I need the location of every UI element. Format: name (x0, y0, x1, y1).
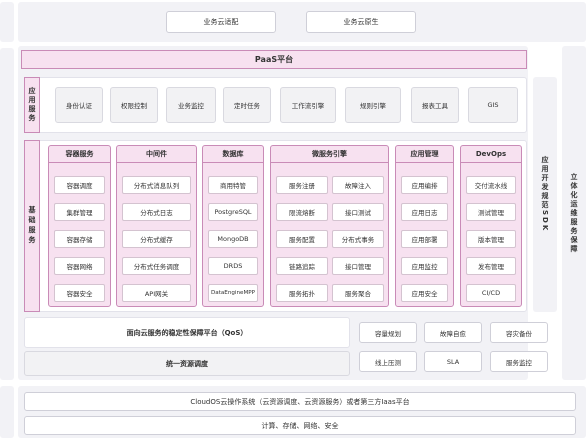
column-item[interactable]: 应用部署 (401, 230, 448, 248)
top-layer (18, 2, 586, 42)
column-item[interactable]: 测试管理 (466, 203, 516, 221)
column-item[interactable]: 应用安全 (401, 284, 448, 302)
base-service-column: 应用管理应用编排应用日志应用部署应用监控应用安全 (395, 145, 454, 307)
column-item[interactable]: 分布式任务调度 (122, 257, 191, 275)
qos-item[interactable]: SLA (424, 351, 482, 372)
column-item[interactable]: 容器存储 (54, 230, 105, 248)
unified-scheduler: 统一资源调度 (24, 351, 350, 376)
qos-item[interactable]: 服务监控 (490, 351, 548, 372)
column-item[interactable]: 分布式日志 (122, 203, 191, 221)
column-item[interactable]: API网关 (122, 284, 191, 302)
base-services-label: 基础服务 (24, 140, 40, 312)
column-item[interactable]: 链路追踪 (276, 257, 328, 275)
column-item[interactable]: 服务配置 (276, 230, 328, 248)
app-services-label: 应用服务 (24, 77, 40, 133)
column-item[interactable]: 服务注册 (276, 176, 328, 194)
app-service-item[interactable]: 权限控制 (110, 87, 158, 123)
column-item[interactable]: CI/CD (466, 284, 516, 302)
app-service-item[interactable]: 身份认证 (55, 87, 103, 123)
column-item[interactable]: 发布管理 (466, 257, 516, 275)
qos-item[interactable]: 线上压测 (359, 351, 417, 372)
column-item[interactable]: 服务聚合 (332, 284, 384, 302)
column-item[interactable]: 应用监控 (401, 257, 448, 275)
left-edge-middle (0, 48, 14, 380)
column-item[interactable]: MongoDB (208, 230, 258, 248)
left-edge-top (0, 2, 14, 42)
app-service-item[interactable]: 报表工具 (411, 87, 459, 123)
column-item[interactable]: DataEngineMPP (208, 284, 258, 302)
sdk-label: 应用开发规范SDK (541, 156, 549, 233)
column-item[interactable]: 交付流水线 (466, 176, 516, 194)
infra-bar: 计算、存储、网络、安全 (24, 416, 576, 435)
column-item[interactable]: 分布式事务 (332, 230, 384, 248)
left-edge-bottom (0, 386, 14, 438)
qos-item[interactable]: 故障自愈 (424, 322, 482, 343)
column-item[interactable]: 分布式缓存 (122, 230, 191, 248)
column-item[interactable]: 容器调度 (54, 176, 105, 194)
column-item[interactable]: 版本管理 (466, 230, 516, 248)
column-title: DevOps (461, 146, 521, 163)
column-item[interactable]: 限流熔断 (276, 203, 328, 221)
column-title: 微服务引擎 (271, 146, 388, 163)
app-service-item[interactable]: 业务监控 (166, 87, 216, 123)
base-service-column: DevOps 交付流水线测试管理版本管理发布管理 CI/CD (460, 145, 522, 307)
right-side-label: 立体化运维服务保障 (570, 172, 578, 254)
column-item[interactable]: 容器网络 (54, 257, 105, 275)
base-service-column: 容器服务容器调度集群管理容器存储容器网络容器安全 (48, 145, 111, 307)
app-service-item[interactable]: GIS (468, 87, 518, 123)
column-item[interactable]: 商用特管 (208, 176, 258, 194)
app-service-item[interactable]: 定时任务 (223, 87, 271, 123)
column-item[interactable]: 接口测试 (332, 203, 384, 221)
column-title: 应用管理 (396, 146, 453, 163)
cloud-os-bar: CloudOS云操作系统（云资源调度、云资源服务）或者第三方Iaas平台 (24, 392, 576, 411)
base-service-column: 数据库商用特管 PostgreSQL MongoDB DRDS DataEngineMP… (202, 145, 264, 307)
column-title: 中间件 (117, 146, 196, 163)
column-title: 容器服务 (49, 146, 110, 163)
paas-title: PaaS平台 (21, 50, 527, 69)
column-item[interactable]: 集群管理 (54, 203, 105, 221)
column-item[interactable]: 应用日志 (401, 203, 448, 221)
column-item[interactable]: 故障注入 (332, 176, 384, 194)
column-item[interactable]: 分布式消息队列 (122, 176, 191, 194)
column-item[interactable]: 容器安全 (54, 284, 105, 302)
qos-item[interactable]: 容量规划 (359, 322, 417, 343)
base-service-column: 中间件分布式消息队列 分布式日志分布式缓存分布式任务调度 API网关 (116, 145, 197, 307)
column-title: 数据库 (203, 146, 263, 163)
base-service-column: 微服务引擎 服务注册 故障注入 限流熔断 接口测试 服务配置 分布式事务 链路追踪 接口管理 服务… (270, 145, 389, 307)
qos-item[interactable]: 容灾备份 (490, 322, 548, 343)
column-item[interactable]: 接口管理 (332, 257, 384, 275)
app-service-item[interactable]: 工作流引擎 (280, 87, 336, 123)
column-item[interactable]: 服务拓扑 (276, 284, 328, 302)
column-item[interactable]: DRDS (208, 257, 258, 275)
app-service-item[interactable]: 规则引擎 (345, 87, 401, 123)
qos-title: 面向云服务的稳定性保障平台（QoS） (126, 328, 248, 337)
top-item-2[interactable]: 业务云原生 (306, 11, 416, 33)
column-item[interactable]: 应用编排 (401, 176, 448, 194)
column-item[interactable]: PostgreSQL (208, 203, 258, 221)
top-item-1[interactable]: 业务云适配 (166, 11, 276, 33)
